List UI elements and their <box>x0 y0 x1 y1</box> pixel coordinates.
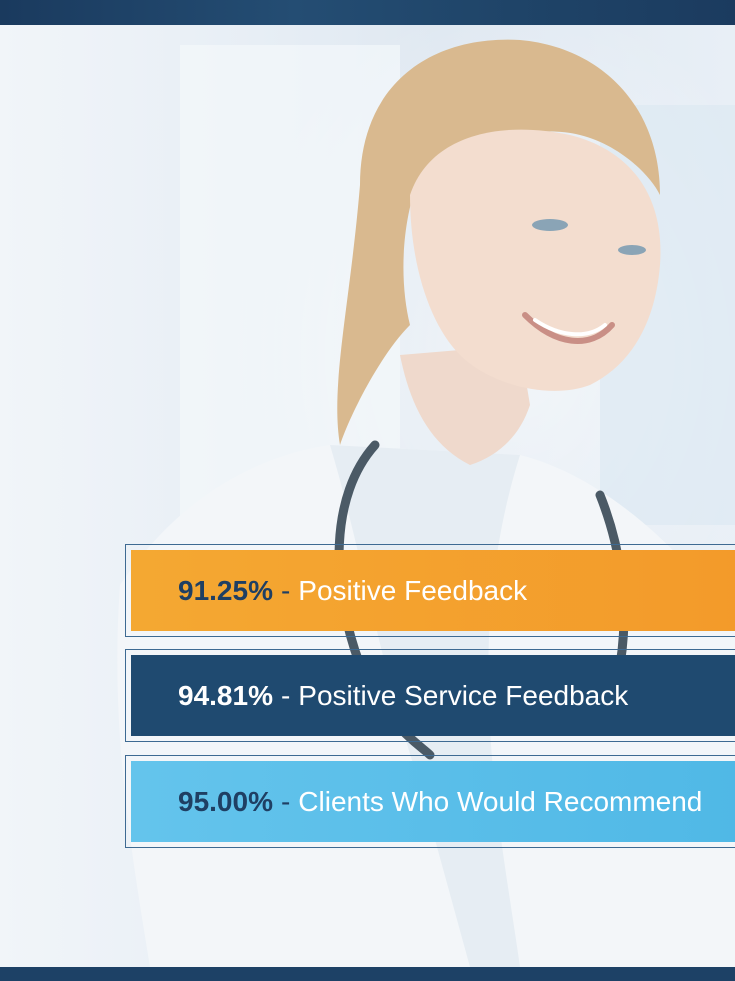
stat-bar: 95.00% - Clients Who Would Recommend <box>131 761 735 842</box>
top-band <box>0 0 735 25</box>
stat-label: Clients Who Would Recommend <box>298 785 703 817</box>
stat-label: Positive Service Feedback <box>298 679 629 711</box>
stat-clients-recommend: 95.00% - Clients Who Would Recommend <box>125 755 735 848</box>
stat-separator: - <box>280 679 291 711</box>
stat-percent: 94.81% <box>178 679 273 711</box>
stat-separator: - <box>280 574 291 606</box>
stat-positive-feedback: 91.25% - Positive Feedback <box>125 544 735 637</box>
stat-bar: 91.25% - Positive Feedback <box>131 550 735 631</box>
stat-label: Positive Feedback <box>298 574 528 606</box>
page: 91.25% - Positive Feedback 94.81% - Posi… <box>0 0 735 981</box>
stat-separator: - <box>280 785 291 817</box>
stat-positive-service-feedback: 94.81% - Positive Service Feedback <box>125 649 735 742</box>
stat-bar: 94.81% - Positive Service Feedback <box>131 655 735 736</box>
stat-percent: 95.00% <box>178 785 273 817</box>
bottom-band <box>0 967 735 981</box>
stat-percent: 91.25% <box>178 574 273 606</box>
